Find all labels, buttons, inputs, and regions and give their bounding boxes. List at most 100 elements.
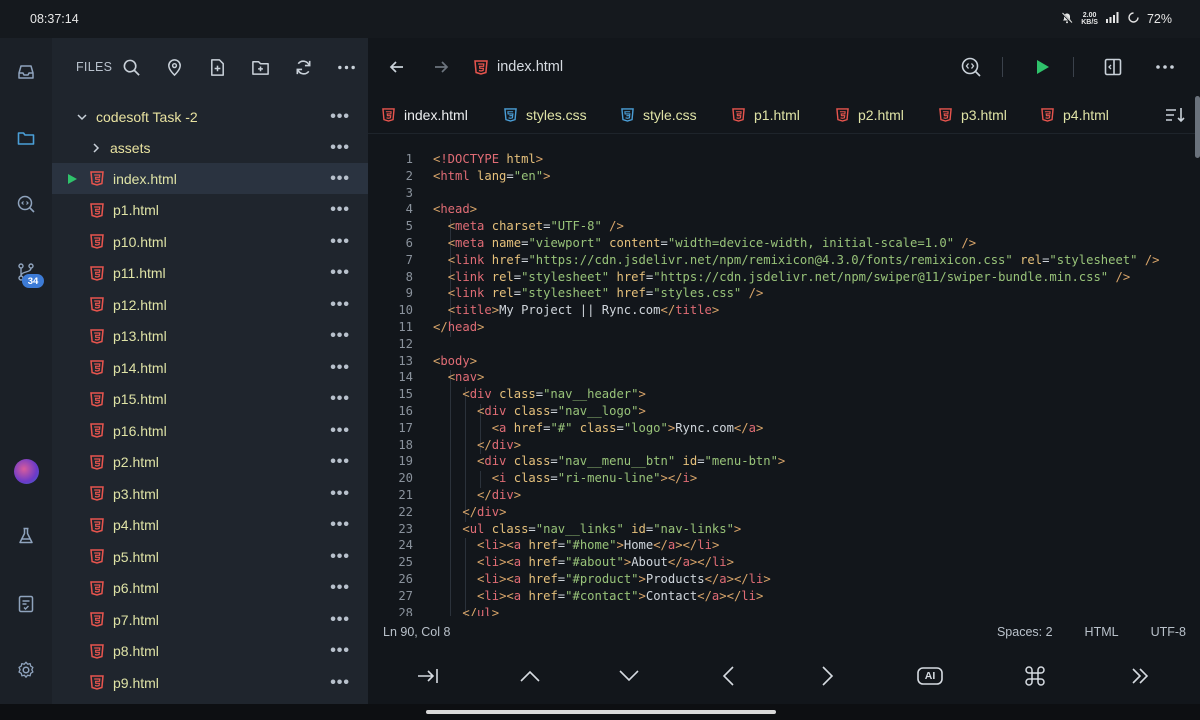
editor-tab[interactable]: style.css xyxy=(621,96,697,134)
row-more-icon[interactable]: ••• xyxy=(330,108,350,124)
arrow-up-icon[interactable] xyxy=(518,664,542,688)
run-play-icon[interactable] xyxy=(1029,54,1055,80)
row-more-icon[interactable]: ••• xyxy=(330,643,350,659)
arrow-down-icon[interactable] xyxy=(617,664,641,688)
editor-tab[interactable]: p1.html xyxy=(732,96,800,134)
file-row[interactable]: p6.html ••• xyxy=(52,573,368,604)
css-file-icon xyxy=(504,107,517,122)
cursor-position[interactable]: Ln 90, Col 8 xyxy=(383,625,450,639)
html-file-icon xyxy=(90,265,104,281)
location-pin-icon[interactable] xyxy=(163,56,185,78)
android-nav-bar xyxy=(0,704,1200,720)
search-code-icon[interactable] xyxy=(8,186,44,222)
line-number: 18 xyxy=(398,437,413,452)
file-row[interactable]: p11.html ••• xyxy=(52,258,368,289)
file-label: p14.html xyxy=(113,359,167,376)
row-more-icon[interactable]: ••• xyxy=(330,674,350,690)
more-keys-icon[interactable] xyxy=(1128,664,1152,688)
avatar[interactable] xyxy=(14,459,39,484)
files-icon[interactable] xyxy=(8,120,44,156)
file-row[interactable]: p8.html ••• xyxy=(52,636,368,667)
editor-tab[interactable]: p2.html xyxy=(836,96,904,134)
code-line: <title>My Project || Rync.com</title> xyxy=(447,303,720,318)
running-indicator-icon xyxy=(68,173,77,184)
file-row[interactable]: p16.html ••• xyxy=(52,415,368,446)
row-more-icon[interactable]: ••• xyxy=(330,170,350,186)
ai-assist-icon[interactable]: AI xyxy=(916,664,944,688)
indentation-setting[interactable]: Spaces: 2 xyxy=(997,625,1053,639)
file-row[interactable]: p10.html ••• xyxy=(52,226,368,257)
editor-tab[interactable]: p3.html xyxy=(939,96,1007,134)
row-more-icon[interactable]: ••• xyxy=(330,548,350,564)
tree-folder-root[interactable]: codesoft Task -2 ••• xyxy=(52,101,368,132)
file-row[interactable]: p2.html ••• xyxy=(52,447,368,478)
code-line: </div> xyxy=(477,437,522,452)
file-row[interactable]: p3.html ••• xyxy=(52,478,368,509)
explorer-title: FILES xyxy=(76,60,113,74)
html-file-icon xyxy=(90,549,104,564)
editor-tab[interactable]: index.html xyxy=(382,96,468,134)
row-more-icon[interactable]: ••• xyxy=(330,454,350,470)
row-more-icon[interactable]: ••• xyxy=(330,265,350,281)
line-number: 26 xyxy=(398,572,413,586)
file-row[interactable]: p4.html ••• xyxy=(52,510,368,541)
back-arrow-icon[interactable] xyxy=(386,56,408,78)
row-more-icon[interactable]: ••• xyxy=(330,580,350,596)
code-line: <div class="nav__logo"> xyxy=(477,404,646,418)
code-line: <link rel="stylesheet" href="styles.css"… xyxy=(447,286,764,301)
command-key-icon[interactable] xyxy=(1023,664,1047,688)
code-editor[interactable]: 1 <!DOCTYPE html> 2 <html lang="en"> 3 4 <head… xyxy=(368,150,1200,616)
line-number: 2 xyxy=(405,168,413,183)
tasks-icon[interactable] xyxy=(8,586,44,622)
row-more-icon[interactable]: ••• xyxy=(330,611,350,627)
html-file-icon xyxy=(90,360,104,375)
file-row[interactable]: p14.html ••• xyxy=(52,352,368,383)
row-more-icon[interactable]: ••• xyxy=(330,391,350,407)
settings-gear-icon[interactable] xyxy=(8,652,44,688)
file-row[interactable]: p15.html ••• xyxy=(52,384,368,415)
code-search-icon[interactable] xyxy=(958,54,984,80)
new-file-icon[interactable] xyxy=(206,56,228,78)
more-options-icon[interactable] xyxy=(1152,54,1178,80)
new-folder-icon[interactable] xyxy=(249,56,271,78)
row-more-icon[interactable]: ••• xyxy=(330,296,350,312)
row-more-icon[interactable]: ••• xyxy=(330,359,350,375)
forward-arrow-icon[interactable] xyxy=(430,56,452,78)
arrow-left-icon[interactable] xyxy=(716,664,740,688)
split-view-icon[interactable] xyxy=(1100,54,1126,80)
battery-level: 72% xyxy=(1146,12,1172,26)
language-mode[interactable]: HTML xyxy=(1085,625,1119,639)
file-row[interactable]: p13.html ••• xyxy=(52,321,368,352)
html-file-icon xyxy=(90,297,104,312)
more-options-icon[interactable] xyxy=(335,56,357,78)
flask-icon[interactable] xyxy=(8,518,44,554)
row-more-icon[interactable]: ••• xyxy=(330,139,350,155)
row-more-icon[interactable]: ••• xyxy=(330,328,350,344)
home-gesture-bar[interactable] xyxy=(426,710,776,714)
file-row[interactable]: p1.html ••• xyxy=(52,195,368,226)
file-row[interactable]: index.html ••• xyxy=(52,163,368,194)
tab-key-icon[interactable] xyxy=(416,664,440,688)
arrow-right-icon[interactable] xyxy=(816,664,840,688)
inbox-icon[interactable] xyxy=(8,54,44,90)
code-line: <link href="https://cdn.jsdelivr.net/npm… xyxy=(447,252,1160,267)
row-more-icon[interactable]: ••• xyxy=(330,202,350,218)
file-encoding[interactable]: UTF-8 xyxy=(1151,625,1186,639)
sort-tabs-icon[interactable] xyxy=(1164,105,1186,130)
file-row[interactable]: p7.html ••• xyxy=(52,604,368,635)
row-more-icon[interactable]: ••• xyxy=(330,422,350,438)
row-more-icon[interactable]: ••• xyxy=(330,233,350,249)
html-file-icon xyxy=(836,107,849,122)
row-more-icon[interactable]: ••• xyxy=(330,485,350,501)
editor-tab[interactable]: p4.html xyxy=(1041,96,1109,134)
tree-folder-assets[interactable]: assets ••• xyxy=(52,132,368,163)
editor-tab[interactable]: styles.css xyxy=(504,96,587,134)
file-row[interactable]: p12.html ••• xyxy=(52,289,368,320)
file-label: p3.html xyxy=(113,485,159,502)
row-more-icon[interactable]: ••• xyxy=(330,517,350,533)
refresh-icon[interactable] xyxy=(292,56,314,78)
search-icon[interactable] xyxy=(120,56,142,78)
file-row[interactable]: p5.html ••• xyxy=(52,541,368,572)
file-row[interactable]: p9.html ••• xyxy=(52,667,368,698)
editor-scrollbar[interactable] xyxy=(1195,96,1200,158)
